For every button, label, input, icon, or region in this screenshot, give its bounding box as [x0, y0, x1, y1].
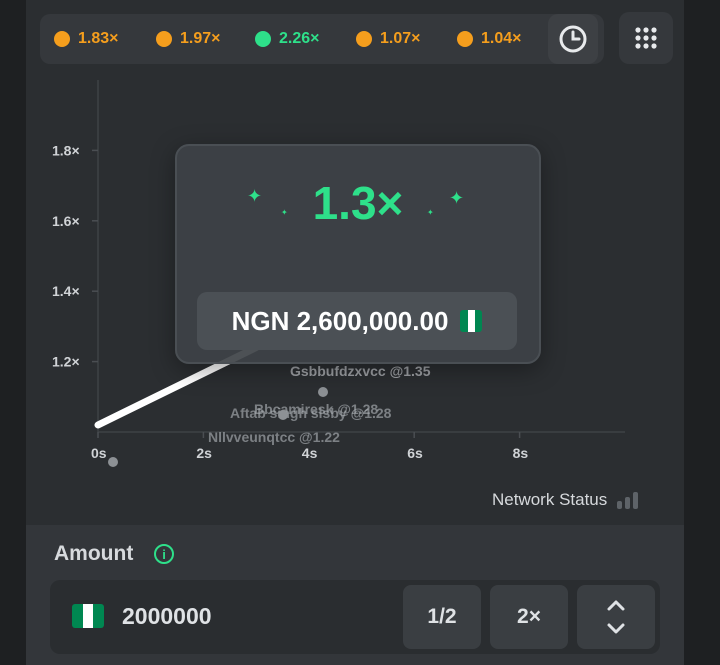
y-tick-label: 1.2× — [52, 354, 80, 370]
network-status-label: Network Status — [492, 490, 608, 509]
history-dot — [54, 31, 70, 47]
y-tick-label: 1.4× — [52, 283, 80, 299]
player-cashout-dot — [278, 410, 288, 420]
clock-icon — [559, 25, 587, 53]
amount-label: Amount — [54, 542, 134, 565]
double-amount-button[interactable]: 2× — [490, 585, 568, 649]
result-card: ✦ ✦ ✦ ✦ 1.3× NGN 2,600,000.00 — [175, 144, 541, 364]
network-status[interactable]: Network Status — [492, 490, 639, 510]
half-amount-button[interactable]: 1/2 — [403, 585, 481, 649]
x-tick-label: 2s — [196, 445, 212, 461]
history-value: 1.97× — [180, 30, 221, 47]
player-cashout-dot — [318, 387, 328, 397]
player-cashout-label: Gsbbufdzxvcc @1.35 — [290, 363, 431, 379]
history-value: 1.07× — [380, 30, 421, 47]
history-item[interactable]: 1.04× — [457, 14, 521, 64]
history-item[interactable]: 2.26× — [255, 14, 319, 64]
x-tick-label: 6s — [407, 445, 423, 461]
player-cashout-label: Nllvveunqtcc @1.22 — [208, 429, 340, 445]
history-item[interactable]: 1.83× — [54, 14, 118, 64]
history-item[interactable]: 1.07× — [356, 14, 420, 64]
history-value: 1.04× — [481, 30, 522, 47]
y-tick-label: 1.8× — [52, 142, 80, 158]
history-value: 1.83× — [78, 30, 119, 47]
amount-input[interactable]: 2000000 — [122, 603, 212, 630]
amount-stepper-button[interactable] — [577, 585, 655, 649]
grid-menu-button[interactable] — [619, 12, 673, 64]
x-tick-label: 0s — [91, 445, 107, 461]
history-dot — [255, 31, 271, 47]
nigeria-flag-icon — [72, 604, 104, 628]
y-tick-label: 1.6× — [52, 213, 80, 229]
x-tick-label: 8s — [513, 445, 529, 461]
player-cashout-label: Aftab singh sisby @1.28 — [230, 405, 392, 421]
signal-bars-icon — [617, 491, 639, 509]
player-cashout-dot — [108, 457, 118, 467]
grid-menu-icon — [635, 27, 657, 49]
history-clock-button[interactable] — [548, 14, 598, 64]
payout-box: NGN 2,600,000.00 — [197, 292, 517, 350]
history-value: 2.26× — [279, 30, 320, 47]
history-dot — [356, 31, 372, 47]
history-bar: 1.83× 1.97× 2.26× 1.07× 1.04× — [40, 14, 604, 64]
x-tick-label: 4s — [302, 445, 318, 461]
multiplier-value: 1.3× — [312, 177, 404, 229]
chevron-up-down-icon — [607, 600, 625, 634]
payout-amount: NGN 2,600,000.00 — [231, 305, 449, 336]
history-item[interactable]: 1.97× — [156, 14, 220, 64]
history-dot — [457, 31, 473, 47]
nigeria-flag-icon — [460, 310, 483, 332]
info-icon[interactable]: i — [154, 544, 174, 564]
history-dot — [156, 31, 172, 47]
